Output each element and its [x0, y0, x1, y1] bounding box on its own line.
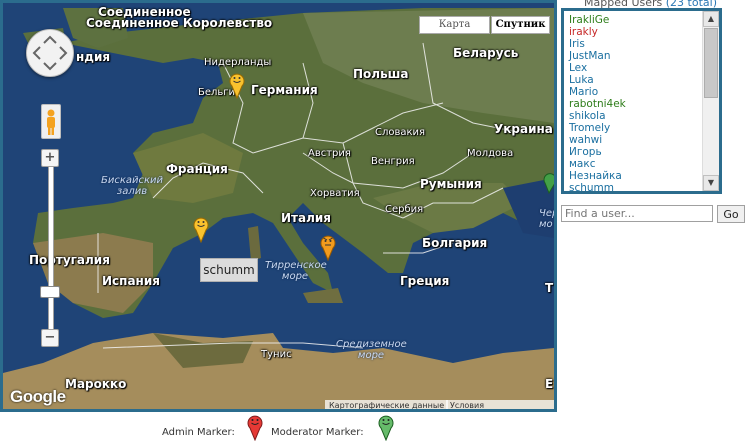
label-black-sea: Чер мо: [539, 208, 557, 230]
scroll-up-arrow-icon[interactable]: ▲: [703, 11, 719, 27]
label-turkey: Т: [545, 281, 554, 295]
map-data-link[interactable]: Картографические данные: [325, 400, 449, 409]
admin-marker-icon: [247, 415, 263, 441]
map-type-satellite-button[interactable]: Спутник: [491, 16, 550, 34]
user-list-item[interactable]: Tromely: [569, 122, 704, 134]
user-list-item[interactable]: Незнайка: [569, 170, 704, 182]
label-poland: Польша: [353, 67, 409, 81]
user-marker-icon[interactable]: [228, 71, 246, 99]
find-user-input[interactable]: [561, 205, 713, 222]
label-hungary: Венгрия: [371, 156, 415, 167]
label-biscay: Бискайский залив: [100, 175, 164, 197]
user-list-item[interactable]: Lex: [569, 62, 704, 74]
street-view-pegman-icon[interactable]: [41, 104, 61, 139]
user-marker-angry-icon[interactable]: [319, 233, 337, 261]
label-austria: Австрия: [308, 148, 351, 159]
user-list: IrakliGe irakly Iris JustMan Lex Luka Mario rab…: [569, 14, 704, 194]
label-slovakia: Словакия: [375, 127, 426, 138]
scroll-down-arrow-icon[interactable]: ▼: [703, 175, 719, 191]
user-list-item[interactable]: Mario: [569, 86, 704, 98]
label-greece: Греция: [400, 274, 450, 288]
marker-tooltip: schumm: [200, 258, 258, 282]
user-marker-icon[interactable]: [192, 215, 210, 243]
pan-control[interactable]: [26, 29, 74, 77]
label-moldova: Молдова: [467, 148, 514, 159]
user-list-scrollbar[interactable]: ▲ ▼: [702, 11, 719, 191]
label-libya: Е: [545, 377, 554, 391]
pan-arrows-icon: [32, 35, 68, 71]
label-romania: Румыния: [420, 177, 482, 191]
user-list-item[interactable]: Luka: [569, 74, 704, 86]
go-button[interactable]: Go: [717, 205, 745, 223]
label-tunisia: Тунис: [261, 349, 292, 360]
zoom-slider-track[interactable]: [48, 159, 54, 339]
label-portugal: Португалия: [29, 253, 110, 267]
user-list-item[interactable]: Iris: [569, 38, 704, 50]
scrollbar-thumb[interactable]: [704, 28, 718, 98]
user-list-item[interactable]: макс: [569, 158, 704, 170]
moderator-marker-icon: [378, 415, 394, 441]
label-belarus: Беларусь: [453, 46, 519, 60]
label-italy: Италия: [281, 211, 331, 225]
user-list-item[interactable]: schumm: [569, 182, 704, 194]
label-mediterranean: Средиземное море: [336, 339, 407, 361]
user-list-item[interactable]: shikola: [569, 110, 704, 122]
label-morocco: Марокко: [65, 377, 127, 391]
admin-marker-label: Admin Marker:: [162, 427, 235, 438]
user-list-item[interactable]: JustMan: [569, 50, 704, 62]
map-type-map-button[interactable]: Карта: [419, 16, 490, 34]
label-france: Франция: [166, 162, 228, 176]
label-netherlands: Нидерланды: [204, 57, 272, 68]
map-canvas[interactable]: Соединенное Соединенное Королевство ндия…: [0, 0, 557, 412]
label-bulgaria: Болгария: [422, 236, 488, 250]
label-spain: Испания: [102, 274, 160, 288]
moderator-marker-label: Moderator Marker:: [271, 427, 364, 438]
user-list-item[interactable]: irakly: [569, 26, 704, 38]
user-list-item[interactable]: rabotni4ek: [569, 98, 704, 110]
terms-of-use-link[interactable]: Условия использования: [446, 400, 554, 409]
google-logo: Google: [10, 387, 66, 406]
user-list-box[interactable]: IrakliGe irakly Iris JustMan Lex Luka Mario rab…: [561, 8, 722, 194]
user-list-item[interactable]: wahwi: [569, 134, 704, 146]
zoom-in-button[interactable]: +: [41, 149, 59, 167]
label-ireland: ндия: [76, 50, 111, 64]
label-uk: Соединенное Королевство: [86, 16, 273, 30]
user-list-item[interactable]: Игорь: [569, 146, 704, 158]
label-serbia: Сербия: [385, 204, 424, 215]
label-croatia: Хорватия: [310, 188, 360, 199]
label-tyrrhenian: Тирренское море: [265, 260, 327, 282]
zoom-slider-handle[interactable]: [40, 286, 60, 298]
zoom-out-button[interactable]: −: [41, 329, 59, 347]
user-list-item[interactable]: IrakliGe: [569, 14, 704, 26]
label-ukraine: Украина: [494, 122, 553, 136]
moderator-marker-icon[interactable]: [543, 170, 555, 194]
label-germany: Германия: [251, 83, 318, 97]
